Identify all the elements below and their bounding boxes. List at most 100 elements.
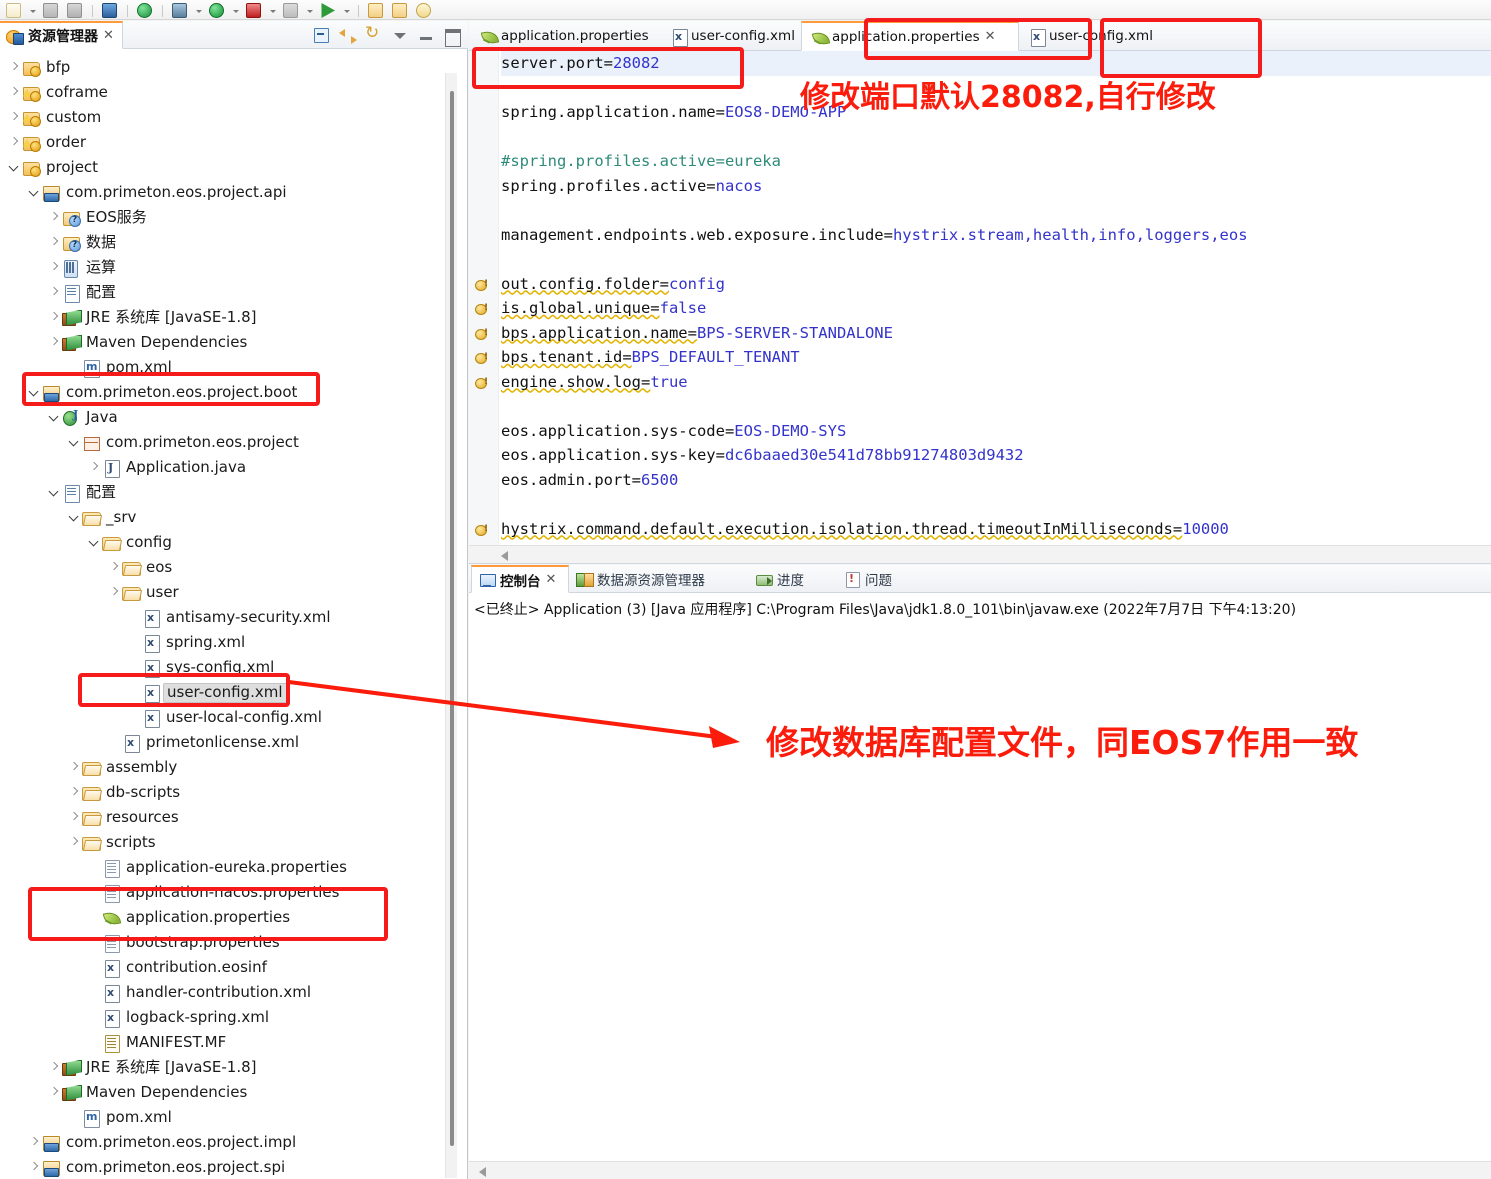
chevron-right-icon[interactable] [46, 330, 62, 355]
chevron-right-icon[interactable] [86, 455, 102, 480]
chevron-right-icon[interactable] [46, 255, 62, 280]
tree-item[interactable]: pom.xml [0, 355, 448, 380]
editor-tab-1[interactable]: user-config.xml [661, 21, 801, 51]
editor-horizontal-scrollbar[interactable] [469, 545, 1491, 563]
tree-item[interactable]: ?数据 [0, 230, 448, 255]
tree-item[interactable]: _srv [0, 505, 448, 530]
tree-item[interactable]: com.primeton.eos.project.api [0, 180, 448, 205]
chevron-down-icon[interactable] [86, 530, 102, 555]
tree-item[interactable]: user [0, 580, 448, 605]
tree-item[interactable]: primetonlicense.xml [0, 730, 448, 755]
chevron-right-icon[interactable] [66, 830, 82, 855]
save-all-icon[interactable] [65, 1, 85, 19]
editor-code[interactable]: server.port=28082spring.application.name… [501, 51, 1491, 564]
tree-item[interactable]: com.primeton.eos.project.boot [0, 380, 448, 405]
chevron-right-icon[interactable] [26, 1155, 42, 1179]
tree-item[interactable]: 配置 [0, 280, 448, 305]
stop-icon[interactable] [281, 1, 301, 19]
tree-item[interactable]: antisamy-security.xml [0, 605, 448, 630]
chevron-right-icon[interactable] [46, 205, 62, 230]
explorer-vertical-scrollbar[interactable] [445, 73, 457, 1178]
editor-tab-0[interactable]: application.properties [471, 21, 661, 51]
tree-item[interactable]: MANIFEST.MF [0, 1030, 448, 1055]
tree-item[interactable]: Application.java [0, 455, 448, 480]
chevron-right-icon[interactable] [46, 1080, 62, 1105]
tree-item[interactable]: db-scripts [0, 780, 448, 805]
tree-item[interactable]: JRE 系统库 [JavaSE-1.8] [0, 1055, 448, 1080]
chevron-down-icon[interactable] [66, 430, 82, 455]
close-icon[interactable]: ✕ [103, 29, 114, 42]
chevron-right-icon[interactable] [46, 280, 62, 305]
maximize-icon[interactable] [442, 25, 462, 45]
view-menu-icon[interactable] [390, 25, 410, 45]
search-icon[interactable] [414, 1, 434, 19]
chevron-down-icon[interactable] [46, 405, 62, 430]
chevron-right-icon[interactable] [66, 755, 82, 780]
tree-item[interactable]: assembly [0, 755, 448, 780]
tree-item[interactable]: project [0, 155, 448, 180]
tree-item[interactable]: coframe [0, 80, 448, 105]
minimize-icon[interactable] [416, 25, 436, 45]
refresh-icon[interactable] [364, 25, 384, 45]
tree-item[interactable]: com.primeton.eos.project.spi [0, 1155, 448, 1179]
tree-item[interactable]: scripts [0, 830, 448, 855]
tree-item[interactable]: handler-contribution.xml [0, 980, 448, 1005]
scroll-left-icon[interactable] [501, 551, 508, 561]
editor-tab-3[interactable]: user-config.xml [1019, 21, 1169, 51]
tree-item[interactable]: config [0, 530, 448, 555]
tree-item[interactable]: bootstrap.properties [0, 930, 448, 955]
editor-tab-2[interactable]: application.properties✕ [801, 21, 1019, 51]
chevron-right-icon[interactable] [106, 580, 122, 605]
tree-item[interactable]: application.properties [0, 905, 448, 930]
close-icon[interactable]: ✕ [546, 573, 557, 586]
link-with-editor-icon[interactable] [338, 25, 358, 45]
tree-item[interactable]: pom.xml [0, 1105, 448, 1130]
chevron-right-icon[interactable] [66, 780, 82, 805]
scroll-left-icon[interactable] [479, 1167, 486, 1177]
print-icon[interactable] [100, 1, 120, 19]
tree-item[interactable]: custom [0, 105, 448, 130]
tree-item[interactable]: Java [0, 405, 448, 430]
chevron-right-icon[interactable] [66, 805, 82, 830]
properties-editor[interactable]: server.port=28082spring.application.name… [469, 51, 1491, 564]
tree-item[interactable]: order [0, 130, 448, 155]
console-tab-0[interactable]: 控制台✕ [471, 565, 569, 593]
tree-item[interactable]: Maven Dependencies [0, 1080, 448, 1105]
console-tab-1[interactable]: 数据源资源管理器 [569, 565, 749, 593]
tree-item[interactable]: 运算 [0, 255, 448, 280]
tree-item[interactable]: user-local-config.xml [0, 705, 448, 730]
chevron-down-icon[interactable] [46, 480, 62, 505]
step-icon[interactable] [318, 1, 338, 19]
save-icon[interactable] [41, 1, 61, 19]
run-icon[interactable] [207, 1, 227, 19]
open-folder-icon[interactable] [366, 1, 386, 19]
debug-icon[interactable] [170, 1, 190, 19]
terminate-icon[interactable] [244, 1, 264, 19]
tree-item[interactable]: com.primeton.eos.project.impl [0, 1130, 448, 1155]
chevron-down-icon[interactable] [6, 155, 22, 180]
new-file-icon[interactable] [4, 1, 24, 19]
tree-item[interactable]: resources [0, 805, 448, 830]
console-horizontal-scrollbar[interactable] [469, 1161, 1491, 1179]
tree-item[interactable]: eos [0, 555, 448, 580]
tree-item[interactable]: sys-config.xml [0, 655, 448, 680]
tree-item[interactable]: com.primeton.eos.project [0, 430, 448, 455]
chevron-right-icon[interactable] [106, 555, 122, 580]
chevron-down-icon[interactable] [66, 505, 82, 530]
tree-item[interactable]: logback-spring.xml [0, 1005, 448, 1030]
validate-icon[interactable] [135, 1, 155, 19]
project-tree[interactable]: bfpcoframecustomorderprojectcom.primeton… [0, 50, 448, 1179]
chevron-down-icon[interactable] [26, 380, 42, 405]
tree-item[interactable]: JRE 系统库 [JavaSE-1.8] [0, 305, 448, 330]
chevron-right-icon[interactable] [26, 1130, 42, 1155]
tree-item[interactable]: application-eureka.properties [0, 855, 448, 880]
chevron-right-icon[interactable] [46, 230, 62, 255]
open-folder-2-icon[interactable] [390, 1, 410, 19]
tree-item[interactable]: application-nacos.properties [0, 880, 448, 905]
console-tab-2[interactable]: 进度 [749, 565, 837, 593]
chevron-right-icon[interactable] [46, 305, 62, 330]
collapse-all-icon[interactable] [312, 25, 332, 45]
chevron-right-icon[interactable] [6, 80, 22, 105]
tree-item[interactable]: Maven Dependencies [0, 330, 448, 355]
tree-item[interactable]: user-config.xml [0, 680, 448, 705]
